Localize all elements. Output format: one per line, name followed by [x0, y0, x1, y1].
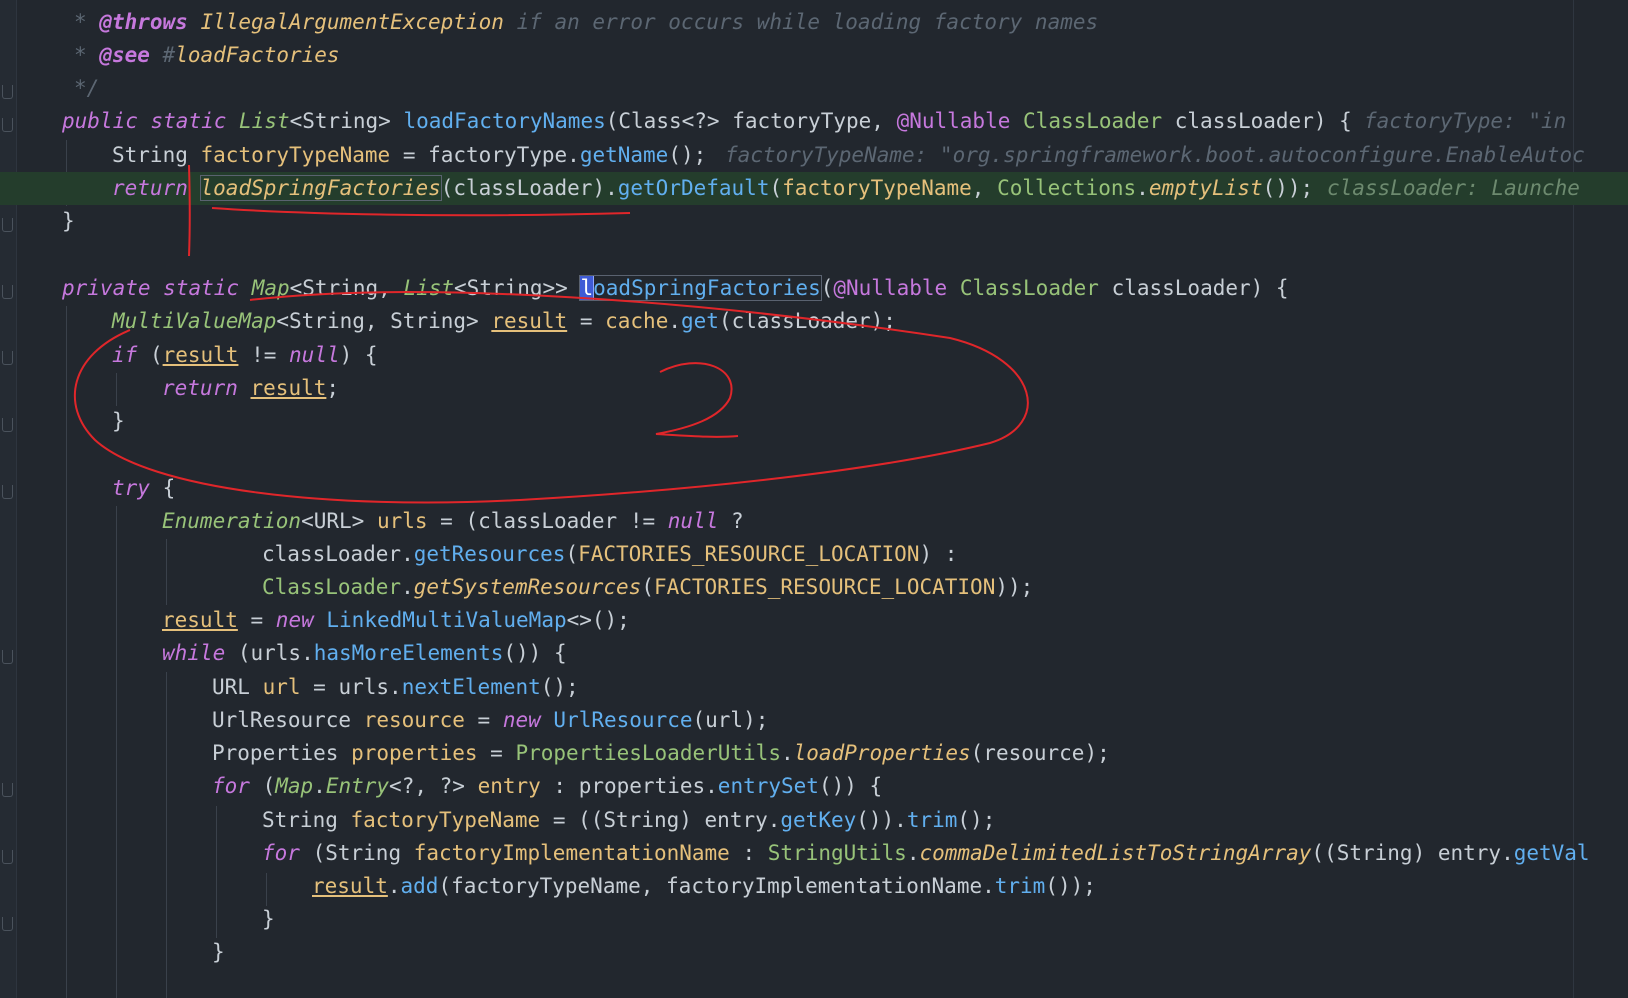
code-line[interactable]: MultiValueMap<String, String> result = c…: [0, 305, 896, 338]
inline-debug-hint: classLoader: Launche: [1327, 176, 1580, 200]
indent-guide: [216, 806, 217, 938]
inline-debug-hint: factoryTypeName: "org.springframework.bo…: [725, 143, 1585, 167]
annotation-number-2: [655, 362, 739, 438]
current-execution-line[interactable]: return loadSpringFactories(classLoader).…: [0, 172, 1628, 205]
code-line[interactable]: public static List<String> loadFactoryNa…: [0, 105, 1566, 138]
inline-debug-hint: factoryType: "in: [1364, 109, 1567, 133]
code-line[interactable]: for (String factoryImplementationName : …: [0, 837, 1590, 870]
code-editor[interactable]: * @throws IllegalArgumentException if an…: [0, 0, 1628, 998]
code-line[interactable]: private static Map<String, List<String>>…: [0, 272, 1289, 305]
code-line[interactable]: Enumeration<URL> urls = (classLoader != …: [0, 505, 744, 538]
method-call[interactable]: loadSpringFactories: [199, 175, 442, 201]
code-line[interactable]: return result;: [0, 372, 339, 405]
code-line[interactable]: try {: [0, 472, 175, 505]
code-line[interactable]: String factoryTypeName = ((String) entry…: [0, 804, 995, 837]
code-line[interactable]: String factoryTypeName = factoryType.get…: [0, 139, 1585, 172]
indent-guide: [116, 373, 117, 406]
annotation-underline: [211, 207, 631, 217]
code-line[interactable]: while (urls.hasMoreElements()) {: [0, 637, 567, 670]
code-line[interactable]: * @throws IllegalArgumentException if an…: [0, 6, 1098, 39]
indent-guide: [266, 873, 267, 906]
code-line[interactable]: }: [0, 205, 75, 238]
code-line[interactable]: if (result != null) {: [0, 339, 378, 372]
code-line[interactable]: classLoader.getResources(FACTORIES_RESOU…: [0, 538, 957, 571]
code-line[interactable]: ClassLoader.getSystemResources(FACTORIES…: [0, 571, 1033, 604]
code-line[interactable]: }: [0, 405, 125, 438]
code-line[interactable]: }: [0, 936, 225, 969]
code-line[interactable]: }: [0, 903, 275, 936]
indent-guide: [166, 672, 167, 998]
method-name[interactable]: loadFactoryNames: [403, 109, 605, 133]
indent-guide: [116, 506, 117, 998]
method-name[interactable]: loadSpringFactories: [579, 275, 822, 301]
javadoc-tag: @throws: [99, 10, 188, 34]
indent-guide: [66, 306, 67, 998]
code-line[interactable]: Properties properties = PropertiesLoader…: [0, 737, 1110, 770]
code-line[interactable]: UrlResource resource = new UrlResource(u…: [0, 704, 768, 737]
code-line[interactable]: result = new LinkedMultiValueMap<>();: [0, 604, 630, 637]
code-line[interactable]: */: [0, 72, 99, 105]
indent-guide: [166, 539, 167, 605]
text-caret: l: [579, 275, 595, 301]
code-line[interactable]: * @see #loadFactories: [0, 39, 340, 72]
code-line[interactable]: for (Map.Entry<?, ?> entry : properties.…: [0, 770, 882, 803]
code-line[interactable]: URL url = urls.nextElement();: [0, 671, 579, 704]
code-line[interactable]: result.add(factoryTypeName, factoryImple…: [0, 870, 1096, 903]
